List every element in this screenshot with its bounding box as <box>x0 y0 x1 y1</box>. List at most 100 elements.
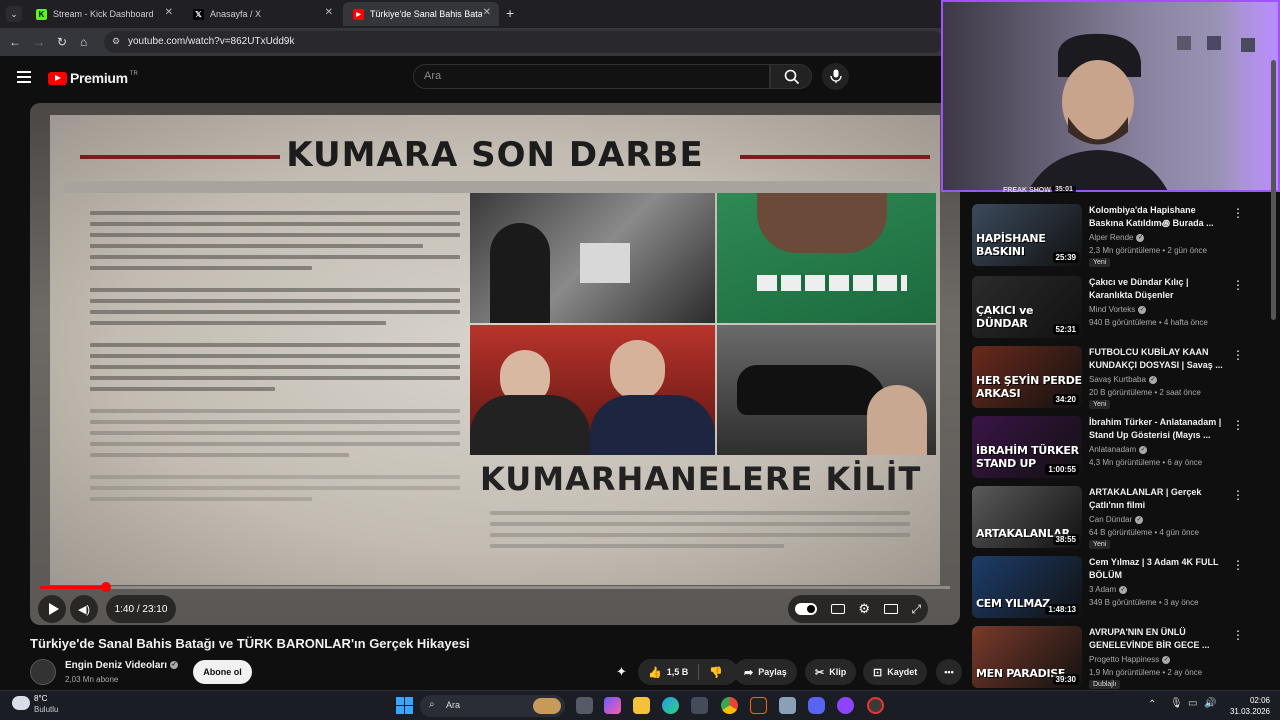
clip-button[interactable]: ✂ Klip <box>805 659 857 685</box>
youtube-logo[interactable]: Premium TR <box>48 70 138 86</box>
recommendation-item[interactable]: ARTAKALANLAR 38:55 ARTAKALANLAR | Gerçek Ç… <box>972 486 1262 550</box>
miniplayer-icon[interactable] <box>883 604 898 614</box>
close-icon[interactable]: ✕ <box>483 7 491 18</box>
network-icon[interactable]: ▭ <box>1188 698 1197 709</box>
recommendation-item[interactable]: ÇAKICI ve DÜNDAR 52:31 Çakıcı ve Dündar Kı… <box>972 276 1262 340</box>
recommendation-channel[interactable]: Can Dündar ✓ <box>1089 515 1144 524</box>
video-thumbnail[interactable]: HER ŞEYİN PERDE ARKASI 34:20 <box>972 346 1082 408</box>
obs-icon[interactable] <box>750 697 767 714</box>
app-icon[interactable] <box>837 697 854 714</box>
subtitles-icon[interactable] <box>830 604 845 614</box>
share-button[interactable]: ➦ Paylaş <box>734 659 797 685</box>
weather-condition[interactable]: Bulutlu <box>34 705 58 714</box>
app-icon[interactable] <box>867 697 884 714</box>
video-thumbnail[interactable]: HAPİSHANE BASKINI 25:39 <box>972 204 1082 266</box>
tab-x[interactable]: 𝕏 Anasayfa / X ✕ <box>183 2 341 26</box>
recommendation-meta: 4,3 Mn görüntüleme • 6 ay önce <box>1089 458 1203 467</box>
channel-name[interactable]: Engin Deniz Videoları ✓ <box>65 660 179 671</box>
widgets-icon[interactable] <box>604 697 621 714</box>
recommendation-item[interactable]: HAPİSHANE BASKINI 25:39 Kolombiya'da Hapis… <box>972 204 1262 268</box>
site-info-icon[interactable]: ⚙ <box>112 36 120 47</box>
subscribe-button[interactable]: Abone ol <box>193 660 252 684</box>
recommendation-item[interactable]: İBRAHİM TÜRKER STAND UP 1:00:55 İbrahim Tü… <box>972 416 1262 480</box>
recommendation-channel[interactable]: Anlatanadam ✓ <box>1089 445 1148 454</box>
store-icon[interactable] <box>691 697 708 714</box>
recommendation-channel[interactable]: 3 Adam ✓ <box>1089 585 1128 594</box>
url-field[interactable]: ⚙ youtube.com/watch?v=862UTxUdd9k <box>104 31 944 53</box>
close-icon[interactable]: ✕ <box>325 7 333 18</box>
verified-icon: ✓ <box>1138 305 1147 314</box>
recommendation-item[interactable]: HER ŞEYİN PERDE ARKASI 34:20 FUTBOLCU KUBİ… <box>972 346 1262 410</box>
new-tab-button[interactable]: + <box>506 5 514 21</box>
scrubber-handle[interactable] <box>100 582 111 592</box>
like-count[interactable]: 1,5 B <box>667 667 689 677</box>
forward-icon[interactable]: → <box>33 35 45 49</box>
reload-icon[interactable]: ↻ <box>57 35 67 49</box>
more-vert-icon[interactable]: ⋮ <box>1232 418 1244 432</box>
video-thumbnail[interactable]: CEM YILMAZ 1:48:13 <box>972 556 1082 618</box>
avatar[interactable] <box>30 659 56 685</box>
dislike-icon[interactable]: 👎 <box>709 666 723 679</box>
autoplay-toggle[interactable] <box>794 603 817 615</box>
recommendation-title[interactable]: İbrahim Türker - Anlatanadam | Stand Up … <box>1089 416 1229 442</box>
search-button[interactable] <box>770 64 812 89</box>
recommendation-title[interactable]: FUTBOLCU KUBİLAY KAAN KUNDAKÇI DOSYASI |… <box>1089 346 1229 372</box>
temperature[interactable]: 8°C <box>34 694 47 703</box>
progress-bar[interactable] <box>40 582 950 592</box>
back-icon[interactable]: ← <box>9 35 21 49</box>
video-thumbnail[interactable]: İBRAHİM TÜRKER STAND UP 1:00:55 <box>972 416 1082 478</box>
windows-start-icon[interactable] <box>396 697 413 714</box>
search-input[interactable]: Ara <box>413 64 770 89</box>
video-thumbnail[interactable]: ARTAKALANLAR 38:55 <box>972 486 1082 548</box>
more-vert-icon[interactable]: ⋮ <box>1232 348 1244 362</box>
recommendation-item[interactable]: MEN PARADISE 39:30 AVRUPA'NIN EN ÜNLÜ GENE… <box>972 626 1262 690</box>
video-thumbnail[interactable]: ÇAKICI ve DÜNDAR 52:31 <box>972 276 1082 338</box>
recommendation-title[interactable]: AVRUPA'NIN EN ÜNLÜ GENELEVİNDE BİR GECE … <box>1089 626 1229 652</box>
recommendation-title[interactable]: Çakıcı ve Dündar Kılıç | Karanlıkta Düşe… <box>1089 276 1229 302</box>
recommendation-item[interactable]: CEM YILMAZ 1:48:13 Cem Yılmaz | 3 Adam 4K … <box>972 556 1262 620</box>
recommendation-title[interactable]: ARTAKALANLAR | Gerçek Çatlı'nın filmi <box>1089 486 1229 512</box>
more-vert-icon[interactable]: ⋮ <box>1232 278 1244 292</box>
taskbar-clock[interactable]: 02:06 31.03.2026 <box>1222 695 1270 717</box>
more-vert-icon[interactable]: ⋮ <box>1232 628 1244 642</box>
task-view-icon[interactable] <box>576 697 593 714</box>
app-icon[interactable] <box>779 697 796 714</box>
recommendation-channel[interactable]: Alper Rende ✓ <box>1089 233 1145 242</box>
voice-search-button[interactable] <box>822 63 849 90</box>
file-explorer-icon[interactable] <box>633 697 650 714</box>
play-button[interactable] <box>38 595 66 623</box>
menu-icon[interactable] <box>17 71 31 83</box>
recommendation-channel[interactable]: Progetto Happiness ✓ <box>1089 655 1171 664</box>
recommendation-title[interactable]: Kolombiya'da Hapishane Baskına Katıldım꩜… <box>1089 204 1229 230</box>
chrome-icon[interactable] <box>721 697 738 714</box>
tab-list-button[interactable]: ⌄ <box>6 6 22 22</box>
taskbar-search[interactable]: ⌕ Ara <box>420 695 565 717</box>
save-button[interactable]: ⊡ Kaydet <box>863 659 928 685</box>
discord-icon[interactable] <box>808 697 825 714</box>
home-icon[interactable]: ⌂ <box>80 35 87 49</box>
settings-icon[interactable]: ⚙ <box>858 601 870 617</box>
recommendation-title[interactable]: Cem Yılmaz | 3 Adam 4K FULL BÖLÜM <box>1089 556 1229 582</box>
chevron-up-icon[interactable]: ⌃ <box>1148 699 1156 710</box>
volume-button[interactable]: ◀) <box>70 595 98 623</box>
fullscreen-icon[interactable]: ⤢ <box>911 602 921 617</box>
edge-icon[interactable] <box>662 697 679 714</box>
more-vert-icon[interactable]: ⋮ <box>1232 488 1244 502</box>
more-actions-button[interactable]: ••• <box>936 659 962 685</box>
video-player[interactable]: KUMARA SON DARBE KUMARHANELERE KİLİT ◀) … <box>30 103 960 625</box>
recommendation-channel[interactable]: Savaş Kurtbaba ✓ <box>1089 375 1157 384</box>
close-icon[interactable]: ✕ <box>165 7 173 18</box>
tab-youtube[interactable]: ▶ Türkiye'de Sanal Bahis Batağı ve ✕ <box>343 2 499 26</box>
microphone-icon[interactable]: 🎙 <box>1170 698 1183 709</box>
sparkle-icon[interactable]: ✦ <box>616 664 634 682</box>
like-icon[interactable]: 👍 <box>648 666 662 679</box>
verified-icon: ✓ <box>1139 445 1148 454</box>
more-vert-icon[interactable]: ⋮ <box>1232 558 1244 572</box>
cloud-icon[interactable] <box>12 696 30 710</box>
speaker-icon[interactable]: 🔊 <box>1204 698 1216 709</box>
scrollbar[interactable] <box>1271 60 1276 320</box>
recommendation-channel[interactable]: Mind Vorteks ✓ <box>1089 305 1147 314</box>
tab-kick[interactable]: K Stream - Kick Dashboard ✕ <box>26 2 181 26</box>
more-vert-icon[interactable]: ⋮ <box>1232 206 1244 220</box>
video-thumbnail[interactable]: MEN PARADISE 39:30 <box>972 626 1082 688</box>
